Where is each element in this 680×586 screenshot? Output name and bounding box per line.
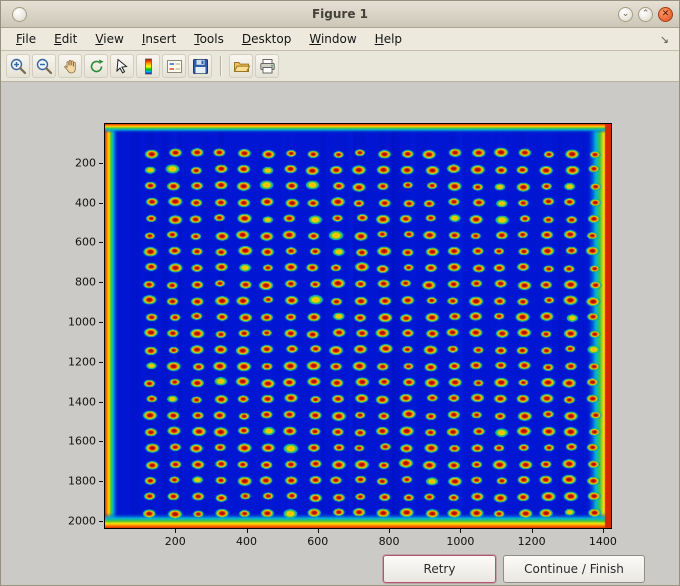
tick-mark (99, 322, 103, 323)
figure-window: Figure 1 ⌄ ⌃ ✕ File Edit View Insert Too… (0, 0, 680, 586)
x-tick-label: 600 (307, 535, 329, 548)
zoom-out-icon (36, 58, 52, 74)
tick-mark (99, 401, 103, 403)
tick-mark (389, 529, 391, 533)
rotate-3d-icon (90, 59, 103, 72)
data-cursor-icon (115, 58, 128, 73)
figure-canvas-area: Retry Continue / Finish 200 400 600 800 1000… (1, 82, 679, 585)
menu-help[interactable]: Help (366, 30, 411, 48)
pan-button[interactable] (58, 54, 82, 78)
menubar: File Edit View Insert Tools Desktop Wind… (1, 28, 679, 51)
x-tick-label: 800 (378, 535, 400, 548)
save-figure-button[interactable] (188, 54, 212, 78)
menu-tools[interactable]: Tools (185, 30, 233, 48)
window-title: Figure 1 (311, 7, 369, 21)
insert-legend-button[interactable] (162, 54, 186, 78)
window-menu-button[interactable] (12, 6, 27, 22)
open-folder-icon (233, 61, 250, 72)
menu-window[interactable]: Window (300, 30, 365, 48)
tick-mark (602, 529, 604, 533)
legend-icon (166, 59, 182, 73)
zoom-in-button[interactable] (6, 54, 30, 78)
dock-arrow-icon[interactable]: ↘ (660, 33, 673, 46)
y-tick-label: 200 (75, 156, 96, 170)
pan-hand-icon (63, 59, 76, 73)
x-tick-label: 1400 (588, 535, 617, 548)
tick-mark (175, 529, 177, 533)
y-tick-label: 800 (75, 275, 96, 289)
x-tick-label: 1000 (446, 535, 475, 548)
printer-icon (259, 58, 275, 73)
y-tick-label: 2000 (68, 514, 96, 528)
tick-mark (99, 162, 103, 164)
titlebar[interactable]: Figure 1 ⌄ ⌃ ✕ (1, 1, 679, 28)
tick-mark (317, 529, 319, 533)
y-tick-label: 1200 (68, 355, 96, 369)
retry-button[interactable]: Retry (383, 555, 496, 583)
tick-mark (99, 481, 103, 483)
maximize-button[interactable]: ⌃ (638, 6, 653, 22)
rotate-3d-button[interactable] (84, 54, 108, 78)
continue-finish-button[interactable]: Continue / Finish (503, 555, 645, 583)
y-tick-label: 1600 (68, 434, 96, 448)
tick-mark (99, 242, 103, 244)
shade-button[interactable]: ⌄ (618, 6, 633, 22)
figure-toolbar (1, 51, 679, 82)
tick-mark (99, 521, 103, 523)
menu-view[interactable]: View (86, 30, 132, 48)
data-cursor-button[interactable] (110, 54, 134, 78)
tick-mark (531, 529, 533, 533)
menu-edit[interactable]: Edit (45, 30, 86, 48)
y-tick-label: 400 (75, 196, 96, 210)
print-figure-button[interactable] (255, 54, 279, 78)
x-tick-label: 200 (164, 535, 186, 548)
menu-file[interactable]: File (7, 30, 45, 48)
x-tick-label: 400 (236, 535, 258, 548)
y-tick-label: 1400 (68, 395, 96, 409)
y-tick-label: 600 (75, 235, 96, 249)
menu-insert[interactable]: Insert (133, 30, 185, 48)
tick-mark (99, 441, 103, 443)
colorbar-icon (144, 58, 152, 74)
axes (104, 123, 612, 529)
zoom-in-icon (10, 58, 26, 74)
toolbar-separator (220, 56, 221, 76)
save-icon (192, 58, 208, 74)
y-tick-label: 1800 (68, 474, 96, 488)
window-controls: ⌄ ⌃ ✕ (613, 6, 673, 22)
tick-mark (460, 529, 462, 533)
colorbar-button[interactable] (136, 54, 160, 78)
close-button[interactable]: ✕ (658, 6, 673, 22)
zoom-out-button[interactable] (32, 54, 56, 78)
x-tick-label: 1200 (517, 535, 546, 548)
open-file-button[interactable] (229, 54, 253, 78)
y-tick-label: 1000 (68, 315, 96, 329)
microarray-image[interactable] (105, 124, 611, 528)
menu-desktop[interactable]: Desktop (233, 30, 301, 48)
tick-mark (246, 529, 248, 533)
tick-mark (99, 282, 103, 284)
tick-mark (99, 202, 103, 204)
tick-mark (99, 361, 103, 363)
